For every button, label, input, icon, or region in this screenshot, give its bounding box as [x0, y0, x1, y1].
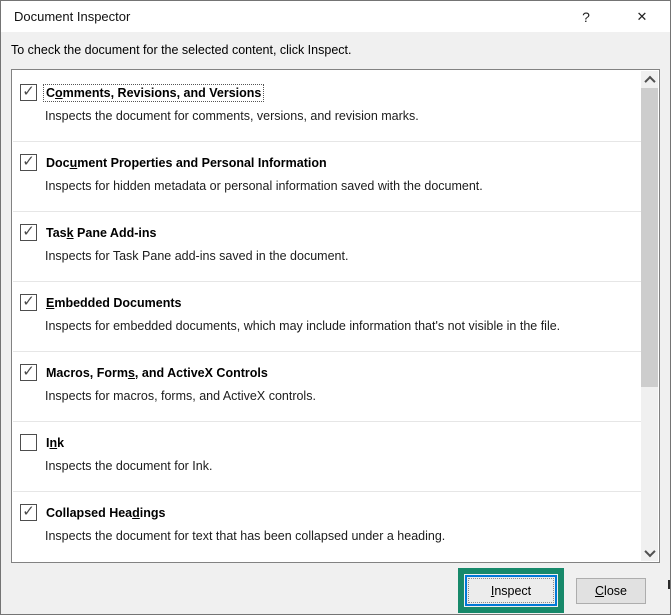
- inspector-items: ✓ Comments, Revisions, and Versions Insp…: [13, 70, 641, 562]
- scrollbar-thumb[interactable]: [641, 88, 658, 387]
- inspect-button-label: Inspect: [468, 578, 554, 603]
- help-button[interactable]: ?: [558, 1, 614, 32]
- item-description: Inspects the document for comments, vers…: [45, 109, 419, 123]
- item-macros-forms-activex: ✓ Macros, Forms, and ActiveX Controls In…: [13, 352, 641, 422]
- checkbox-collapsed-headings[interactable]: ✓: [20, 504, 37, 521]
- item-description: Inspects for embedded documents, which m…: [45, 319, 561, 333]
- item-label-collapsed-headings[interactable]: Collapsed Headings: [44, 505, 167, 521]
- close-button[interactable]: Close: [576, 578, 646, 604]
- item-label-comments-revisions-versions[interactable]: Comments, Revisions, and Versions: [42, 83, 265, 102]
- chevron-up-icon: [643, 75, 656, 87]
- close-icon: ✕: [636, 8, 648, 24]
- checkmark-icon: ✓: [22, 82, 35, 100]
- item-ink: Ink Inspects the document for Ink.: [13, 422, 641, 492]
- item-collapsed-headings: ✓ Collapsed Headings Inspects the docume…: [13, 492, 641, 562]
- item-embedded-documents: ✓ Embedded Documents Inspects for embedd…: [13, 282, 641, 352]
- item-description: Inspects for Task Pane add-ins saved in …: [45, 249, 349, 263]
- item-comments-revisions-versions: ✓ Comments, Revisions, and Versions Insp…: [13, 70, 641, 142]
- close-button-label: Close: [595, 584, 627, 598]
- vertical-scrollbar[interactable]: [641, 71, 658, 561]
- item-description: Inspects for hidden metadata or personal…: [45, 179, 483, 193]
- title-bar-buttons: ? ✕: [558, 1, 670, 32]
- item-label-ink[interactable]: Ink: [44, 435, 66, 451]
- checkbox-document-properties[interactable]: ✓: [20, 154, 37, 171]
- screen-edge-artifact: [668, 580, 670, 589]
- item-description: Inspects the document for Ink.: [45, 459, 213, 473]
- inspect-button[interactable]: Inspect: [465, 575, 557, 606]
- item-task-pane-add-ins: ✓ Task Pane Add-ins Inspects for Task Pa…: [13, 212, 641, 282]
- item-label-document-properties[interactable]: Document Properties and Personal Informa…: [44, 155, 329, 171]
- title-bar: Document Inspector ? ✕: [1, 1, 670, 32]
- instruction-text: To check the document for the selected c…: [11, 43, 352, 57]
- item-description: Inspects for macros, forms, and ActiveX …: [45, 389, 316, 403]
- item-label-task-pane-add-ins[interactable]: Task Pane Add-ins: [44, 225, 158, 241]
- scrollbar-track[interactable]: [641, 88, 658, 544]
- checkmark-icon: ✓: [22, 292, 35, 310]
- checkbox-macros-forms-activex[interactable]: ✓: [20, 364, 37, 381]
- checkbox-ink[interactable]: [20, 434, 37, 451]
- item-description: Inspects the document for text that has …: [45, 529, 446, 543]
- chevron-down-icon: [643, 545, 656, 557]
- item-document-properties: ✓ Document Properties and Personal Infor…: [13, 142, 641, 212]
- document-inspector-dialog: Document Inspector ? ✕ To check the docu…: [0, 0, 671, 615]
- checkmark-icon: ✓: [22, 152, 35, 170]
- item-label-macros-forms-activex[interactable]: Macros, Forms, and ActiveX Controls: [44, 365, 270, 381]
- item-label-embedded-documents[interactable]: Embedded Documents: [44, 295, 183, 311]
- window-title: Document Inspector: [14, 9, 131, 24]
- help-icon: ?: [582, 8, 590, 25]
- checkbox-comments-revisions-versions[interactable]: ✓: [20, 84, 37, 101]
- checkmark-icon: ✓: [22, 502, 35, 520]
- scroll-down-button[interactable]: [641, 544, 658, 561]
- checkbox-embedded-documents[interactable]: ✓: [20, 294, 37, 311]
- scroll-up-button[interactable]: [641, 71, 658, 88]
- checkmark-icon: ✓: [22, 222, 35, 240]
- checkbox-task-pane-add-ins[interactable]: ✓: [20, 224, 37, 241]
- annotation-highlight: Inspect: [458, 568, 564, 613]
- checkmark-icon: ✓: [22, 362, 35, 380]
- inspector-options-list: ✓ Comments, Revisions, and Versions Insp…: [11, 69, 660, 563]
- window-close-button[interactable]: ✕: [614, 1, 670, 32]
